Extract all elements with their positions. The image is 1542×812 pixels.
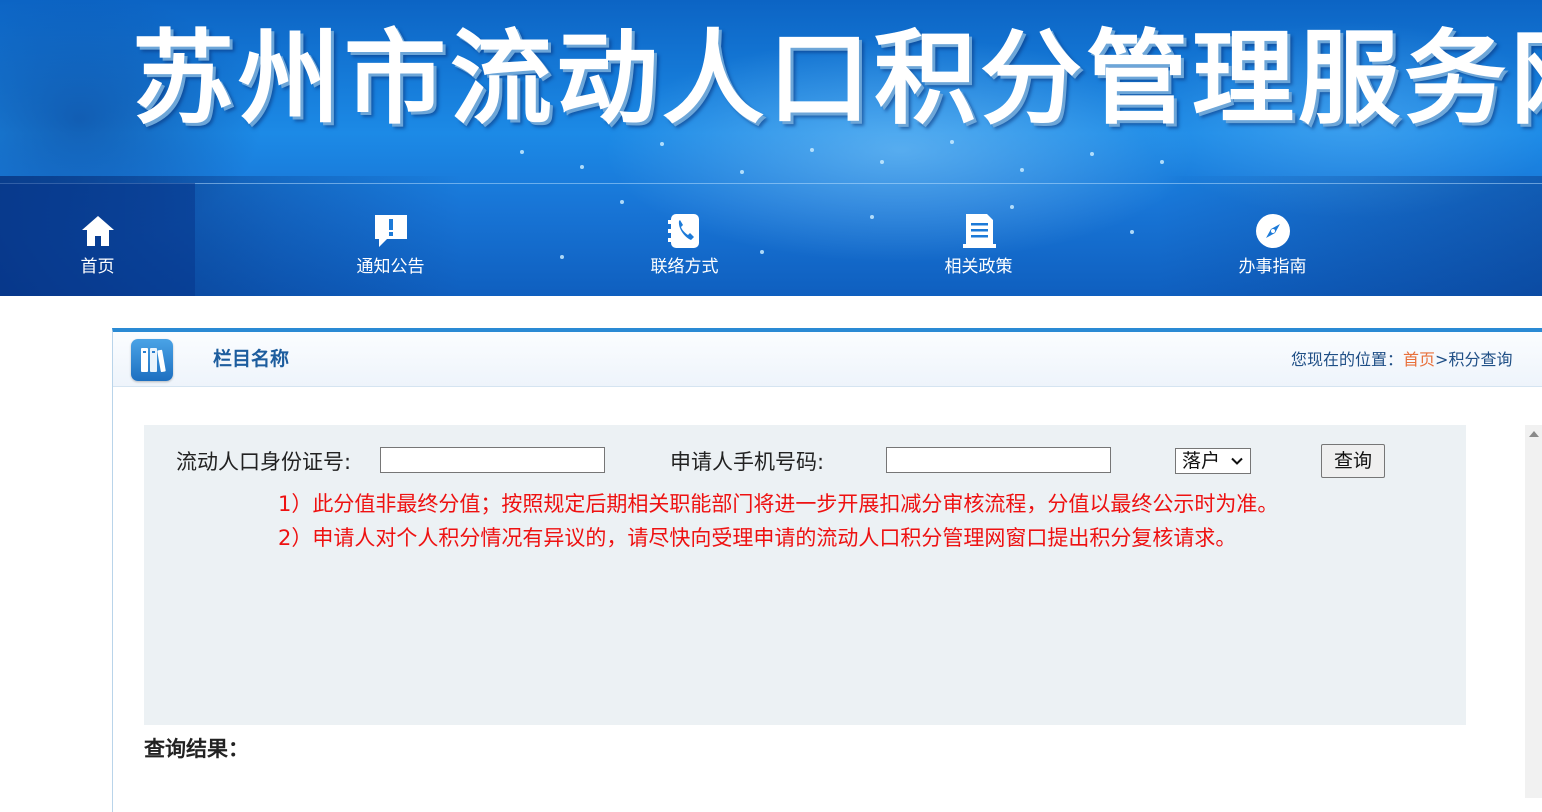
id-number-input[interactable] [380,447,605,473]
nav-item-policy[interactable]: 相关政策 [881,183,1076,296]
panel-header: 栏目名称 您现在的位置：首页>积分查询 [113,332,1542,387]
document-icon [962,214,996,248]
column-title: 栏目名称 [213,348,290,370]
nav-label: 资 [1469,256,1542,278]
phone-input[interactable] [886,447,1111,473]
home-icon [81,216,114,246]
nav-item-more[interactable]: 资 [1469,183,1542,296]
nav-label: 办事指南 [1238,257,1307,277]
breadcrumb-prefix: 您现在的位置： [1291,350,1404,369]
compass-icon [1255,214,1290,248]
chevron-down-icon [1231,457,1243,465]
type-select[interactable]: 落户 [1175,448,1251,474]
nav-item-contact[interactable]: 联络方式 [587,183,782,296]
nav-label: 通知公告 [356,257,425,277]
phone-icon [667,214,699,248]
breadcrumb-home-link[interactable]: 首页 [1403,350,1435,369]
breadcrumb-current: >积分查询 [1435,350,1513,369]
nav-item-notice[interactable]: 通知公告 [293,183,488,296]
search-button[interactable]: 查询 [1321,444,1385,478]
books-icon [131,339,173,381]
phone-label: 申请人手机号码: [670,450,825,474]
vertical-scrollbar[interactable] [1525,425,1542,798]
breadcrumb: 您现在的位置：首页>积分查询 [1291,350,1512,370]
note-item: 1）此分值非最终分值；按照规定后期相关职能部门将进一步开展扣减分审核流程，分值以… [278,492,1279,516]
nav-label: 联络方式 [650,257,719,277]
query-form: 流动人口身份证号: 申请人手机号码: 落户 查询 1）此分值非最终分值；按照规定… [144,425,1466,725]
nav-item-home[interactable]: 首页 [0,183,195,296]
nav-label: 首页 [80,257,115,277]
main-nav: 首页 通知公告 联络方式 相关政策 办事指南 [0,183,1542,296]
scroll-up-arrow-icon[interactable] [1529,431,1539,437]
result-label: 查询结果： [144,737,249,761]
nav-item-guide[interactable]: 办事指南 [1175,183,1370,296]
query-notes: 1）此分值非最终分值；按照规定后期相关职能部门将进一步开展扣减分审核流程，分值以… [278,489,1318,557]
note-item: 2）申请人对个人积分情况有异议的，请尽快向受理申请的流动人口积分管理网窗口提出积… [278,526,1237,550]
notice-icon [374,215,407,247]
type-select-value: 落户 [1182,450,1221,472]
site-title: 苏州市流动人口积分管理服务网 [132,20,1542,139]
nav-label: 相关政策 [944,257,1013,277]
id-number-label: 流动人口身份证号: [176,450,352,474]
